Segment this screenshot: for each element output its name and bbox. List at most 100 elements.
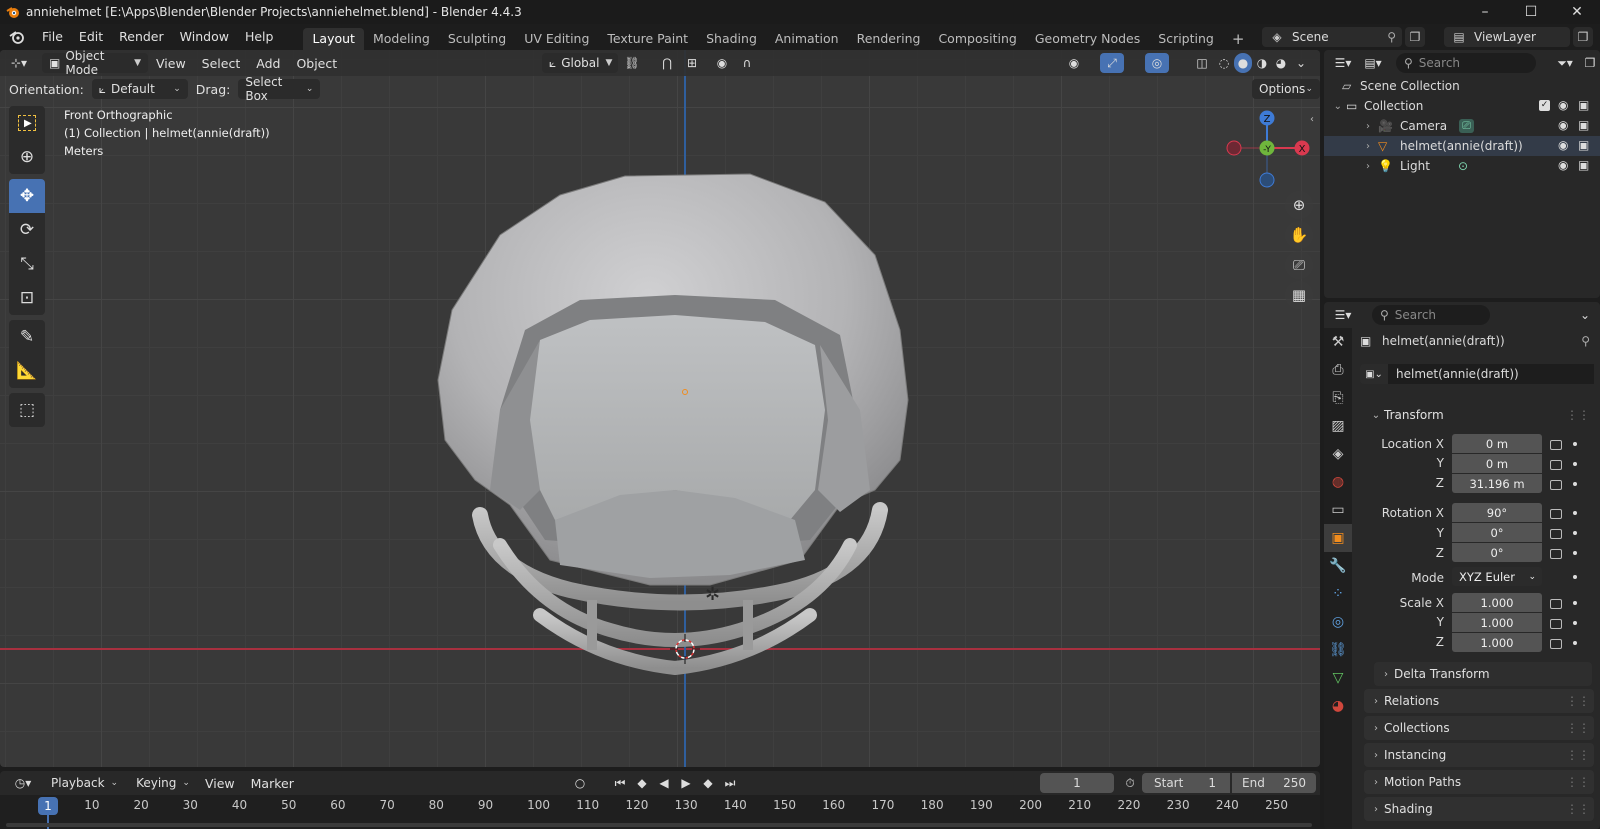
playback-menu[interactable]: Playback ⌄	[44, 773, 125, 793]
tool-select-box[interactable]: ▶	[9, 106, 45, 140]
current-frame-field[interactable]: 1	[1040, 773, 1114, 793]
menu-edit[interactable]: Edit	[71, 24, 111, 50]
tab-collection[interactable]: ▭	[1324, 496, 1352, 524]
scale-z-field[interactable]: 1.000	[1452, 633, 1542, 652]
scene-selector[interactable]: ◈ Scene ⚲	[1262, 27, 1402, 47]
auto-keying-toggle[interactable]: ○	[568, 773, 592, 793]
preview-range-toggle[interactable]: ⏱	[1120, 773, 1140, 793]
drag-handle-icon[interactable]: ⋮⋮	[1566, 748, 1590, 762]
chevron-right-icon[interactable]: ›	[1324, 141, 1370, 152]
object-name-field[interactable]: helmet(annie(draft))	[1388, 364, 1594, 384]
lock-icon[interactable]	[1550, 549, 1562, 559]
collections-panel[interactable]: › Collections ⋮⋮	[1364, 716, 1594, 740]
helmet-model[interactable]	[430, 160, 930, 700]
play-button[interactable]: ▶	[676, 773, 696, 793]
camera-data-icon[interactable]: ⎚	[1459, 119, 1474, 133]
light-data-icon[interactable]: ⊙	[1458, 159, 1468, 173]
timeline-editor-type[interactable]: ◷▾	[6, 773, 40, 793]
keying-menu[interactable]: Keying ⌄	[129, 773, 197, 793]
add-workspace-button[interactable]: +	[1223, 28, 1254, 50]
navigation-gizmo[interactable]: Z X -Y	[1224, 110, 1310, 196]
instancing-panel[interactable]: › Instancing ⋮⋮	[1364, 743, 1594, 767]
lock-icon[interactable]	[1550, 599, 1562, 609]
location-z-field[interactable]: 31.196 m	[1452, 474, 1542, 493]
motion-paths-panel[interactable]: › Motion Paths ⋮⋮	[1364, 770, 1594, 794]
tab-object[interactable]: ▣	[1324, 524, 1352, 552]
tab-sculpting[interactable]: Sculpting	[439, 28, 515, 50]
menu-file[interactable]: File	[34, 24, 71, 50]
filter-button[interactable]: ⏷▾	[1550, 53, 1580, 73]
3d-cursor-icon[interactable]	[670, 634, 700, 664]
pan-button[interactable]: ✋	[1285, 221, 1313, 249]
options-dropdown[interactable]: Options ⌄	[1252, 79, 1320, 99]
minimize-button[interactable]: –	[1462, 0, 1508, 24]
pivot-point-button[interactable]: ⛓	[620, 53, 644, 73]
keyframe-dot-icon[interactable]	[1573, 511, 1577, 515]
outliner-item-helmet[interactable]: › ▽ helmet(annie(draft)) ◉ ▣	[1324, 136, 1600, 156]
shading-panel[interactable]: › Shading ⋮⋮	[1364, 797, 1594, 821]
eye-icon[interactable]: ◉	[1558, 118, 1568, 132]
tab-physics[interactable]: ◎	[1324, 608, 1352, 636]
chevron-right-icon[interactable]: ›	[1324, 121, 1370, 132]
keyframe-dot-icon[interactable]	[1573, 641, 1577, 645]
tab-scene[interactable]: ◈	[1324, 440, 1352, 468]
tab-animation[interactable]: Animation	[766, 28, 848, 50]
menu-object[interactable]: Object	[288, 56, 345, 71]
falloff-button[interactable]: ∩	[735, 53, 759, 73]
tab-modifiers[interactable]: 🔧	[1324, 552, 1352, 580]
rotation-y-field[interactable]: 0°	[1452, 523, 1542, 542]
solid-shading-button[interactable]: ●	[1234, 53, 1252, 73]
tool-rotate[interactable]: ⟳	[9, 213, 45, 247]
tool-annotate[interactable]: ✎	[9, 320, 45, 354]
menu-render[interactable]: Render	[111, 24, 172, 50]
start-frame-field[interactable]: Start 1	[1142, 773, 1230, 793]
tool-scale[interactable]: ⤡	[9, 247, 45, 281]
menu-window[interactable]: Window	[172, 24, 237, 50]
new-scene-button[interactable]: ❐	[1405, 27, 1425, 47]
end-frame-field[interactable]: End 250	[1232, 773, 1316, 793]
tab-data[interactable]: ▽	[1324, 664, 1352, 692]
tab-modeling[interactable]: Modeling	[364, 28, 439, 50]
tab-texture-paint[interactable]: Texture Paint	[598, 28, 697, 50]
menu-help[interactable]: Help	[237, 24, 282, 50]
object-browse-button[interactable]: ▣⌄	[1360, 364, 1388, 384]
tool-measure[interactable]: 📐	[9, 354, 45, 388]
tab-material[interactable]: ◕	[1324, 692, 1352, 720]
drag-handle-icon[interactable]: ⋮⋮	[1566, 721, 1590, 735]
drag-handle-icon[interactable]: ⋮⋮	[1566, 802, 1590, 816]
eye-icon[interactable]: ◉	[1558, 138, 1568, 152]
tab-render[interactable]: ⎙	[1324, 356, 1352, 384]
visibility-button[interactable]: ◉	[1062, 53, 1086, 73]
tab-view-layer[interactable]: ▨	[1324, 412, 1352, 440]
blender-menu-icon[interactable]	[0, 30, 34, 44]
tab-tool[interactable]: ⚒	[1324, 328, 1352, 356]
checkbox-icon[interactable]: ✓	[1539, 100, 1550, 111]
snap-target-button[interactable]: ⊞	[680, 53, 704, 73]
tab-shading[interactable]: Shading	[697, 28, 766, 50]
timeline-marker-menu[interactable]: Marker	[243, 776, 302, 791]
pin-icon[interactable]: ⚲	[1387, 30, 1396, 44]
close-button[interactable]: ✕	[1554, 0, 1600, 24]
eye-icon[interactable]: ◉	[1558, 98, 1568, 112]
wireframe-shading-button[interactable]: ◌	[1215, 53, 1233, 73]
drag-handle-icon[interactable]: ⋮⋮	[1566, 775, 1590, 789]
lock-icon[interactable]	[1550, 509, 1562, 519]
timeline-ruler[interactable]: 1 10 20 30 40 50 60 70 80 90 100 110 120 130 140 150 16…	[0, 795, 1320, 829]
scale-y-field[interactable]: 1.000	[1452, 613, 1542, 632]
tab-uv-editing[interactable]: UV Editing	[515, 28, 598, 50]
timeline-scrollbar[interactable]	[6, 823, 1312, 827]
perspective-toggle[interactable]: ▦	[1285, 281, 1313, 309]
tab-world[interactable]: ◍	[1324, 468, 1352, 496]
transform-orientation-selector[interactable]: ⟀ Global ▼	[542, 53, 618, 73]
keyframe-dot-icon[interactable]	[1573, 442, 1577, 446]
keyframe-dot-icon[interactable]	[1573, 531, 1577, 535]
gizmo-toggle[interactable]: ⤢	[1100, 53, 1124, 73]
tab-geometry-nodes[interactable]: Geometry Nodes	[1026, 28, 1149, 50]
properties-editor-type[interactable]: ☰▾	[1328, 305, 1358, 325]
transform-panel-header[interactable]: ⌄ Transform ⋮⋮	[1364, 403, 1594, 427]
relations-panel[interactable]: › Relations ⋮⋮	[1364, 689, 1594, 713]
tab-particles[interactable]: ⁘	[1324, 580, 1352, 608]
eye-icon[interactable]: ◉	[1558, 158, 1568, 172]
outliner-item-light[interactable]: › 💡 Light ⊙ ◉ ▣	[1324, 156, 1600, 176]
keyframe-dot-icon[interactable]	[1573, 601, 1577, 605]
